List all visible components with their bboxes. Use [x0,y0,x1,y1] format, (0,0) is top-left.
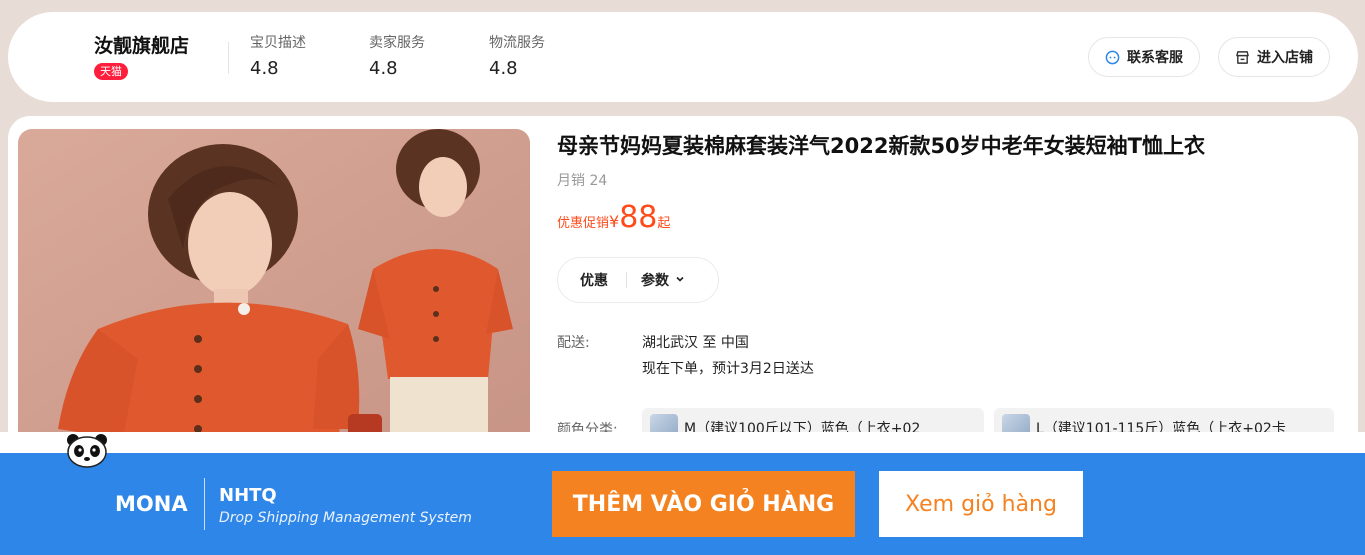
rating-service: 卖家服务 4.8 [369,32,425,79]
bar-top-strip [0,432,1365,453]
rating-description: 宝贝描述 4.8 [250,32,306,79]
contact-service-button[interactable]: 联系客服 [1088,37,1200,77]
shipping-label: 配送: [557,335,590,351]
enter-store-label: 进入店铺 [1257,50,1313,66]
divider [204,478,205,530]
rating-logistics: 物流服务 4.8 [489,32,545,79]
contact-service-label: 联系客服 [1127,50,1183,66]
product-image[interactable] [18,129,530,449]
rating-value: 4.8 [489,58,518,79]
store-icon [1235,50,1250,65]
price: 优惠促销¥88起 [557,200,670,235]
product-tabs: 优惠 参数 [557,257,719,303]
rating-label: 物流服务 [489,35,545,51]
price-promo-label: 优惠促销 [557,216,610,231]
rating-label: 宝贝描述 [250,35,306,51]
shipping-eta: 现在下单，预计3月2日送达 [642,361,814,377]
tab-label: 参数 [641,273,669,289]
tab-label: 优惠 [580,273,608,289]
tab-discount[interactable]: 优惠 [558,270,608,290]
store-header: 汝靓旗舰店 天猫 宝贝描述 4.8 卖家服务 4.8 物流服务 4.8 联系客服… [8,12,1358,102]
view-cart-button[interactable]: Xem giỏ hàng [879,471,1083,537]
rating-value: 4.8 [250,58,279,79]
chevron-down-icon [675,272,685,288]
monthly-sales: 月销 24 [557,173,608,189]
store-name[interactable]: 汝靓旗舰店 [94,31,189,58]
tagline: Drop Shipping Management System [219,510,472,526]
chat-icon [1105,50,1120,65]
rating-label: 卖家服务 [369,35,425,51]
divider [228,42,229,74]
product-title: 母亲节妈妈夏装棉麻套装洋气2022新款50岁中老年女装短袖T恤上衣 [557,134,1205,158]
tab-params[interactable]: 参数 [627,270,685,290]
enter-store-button[interactable]: 进入店铺 [1218,37,1330,77]
price-currency: ¥ [609,212,620,231]
rating-value: 4.8 [369,58,398,79]
panda-logo-icon [64,432,110,472]
shipping-route: 湖北武汉 至 中国 [642,335,749,351]
add-to-cart-button[interactable]: THÊM VÀO GIỎ HÀNG [552,471,855,537]
product-name: NHTQ [219,485,277,506]
price-amount: 88 [619,200,658,235]
price-suffix: 起 [657,216,671,231]
brand-logo: MONA [115,492,188,516]
tmall-badge: 天猫 [94,63,128,80]
